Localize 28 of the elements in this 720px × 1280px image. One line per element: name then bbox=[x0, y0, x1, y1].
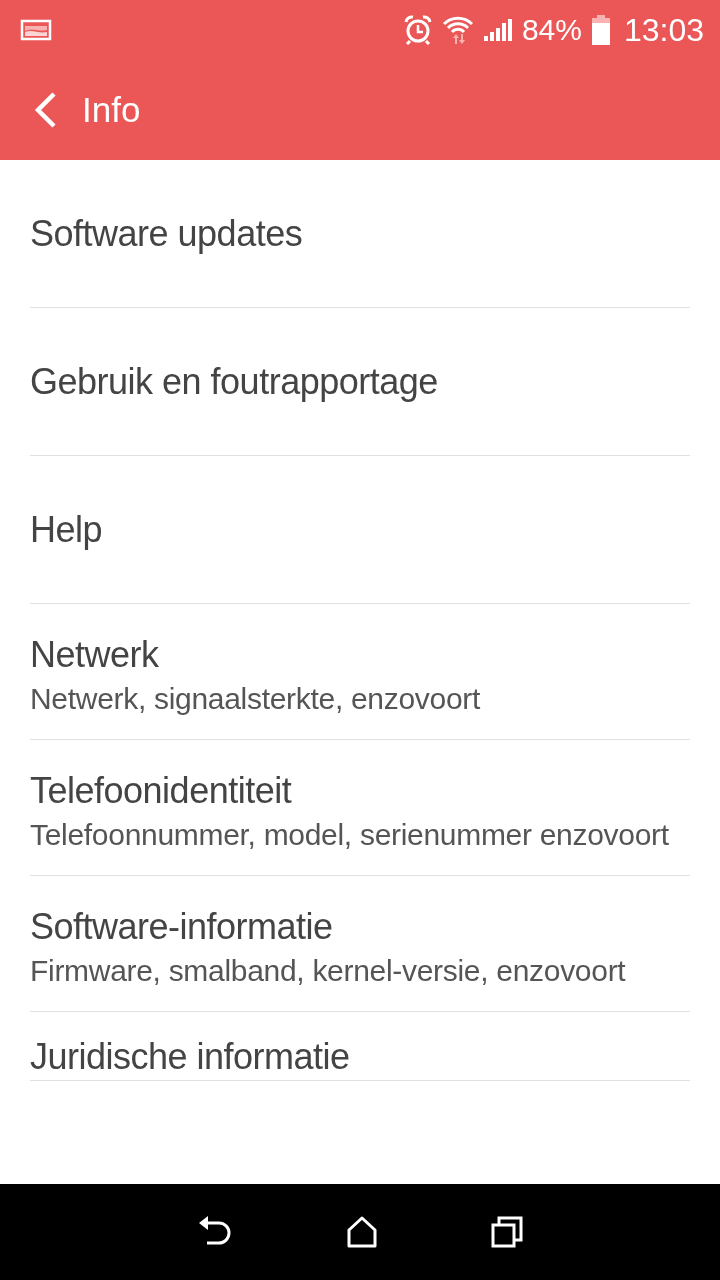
item-subtitle: Telefoonnummer, model, serienummer enzovoort bbox=[30, 817, 670, 853]
item-subtitle: Firmware, smalband, kernel-versie, enzovoort bbox=[30, 953, 627, 989]
image-icon bbox=[20, 18, 52, 42]
recent-apps-icon[interactable] bbox=[491, 1216, 523, 1248]
item-title: Software-informatie bbox=[30, 905, 334, 949]
item-title: Help bbox=[30, 507, 104, 552]
item-title: Gebruik en foutrapportage bbox=[30, 359, 439, 404]
wifi-icon bbox=[441, 14, 474, 46]
page-title: Info bbox=[82, 90, 141, 130]
battery-icon bbox=[591, 15, 610, 45]
item-title: Netwerk bbox=[30, 633, 160, 677]
settings-item[interactable]: Netwerk Netwerk, signaalsterkte, enzovoort bbox=[30, 604, 690, 740]
chevron-left-icon bbox=[32, 91, 58, 129]
settings-item[interactable]: Telefoonidentiteit Telefoonnummer, model, serienummer enzovoort bbox=[30, 740, 690, 876]
settings-item[interactable]: Software-informatie Firmware, smalband, kernel-versie, enzovoort bbox=[30, 876, 690, 1012]
signal-icon bbox=[483, 18, 512, 42]
home-icon[interactable] bbox=[347, 1216, 377, 1248]
alarm-clock-icon bbox=[403, 15, 432, 45]
settings-item[interactable]: Help bbox=[30, 456, 690, 604]
item-subtitle: Netwerk, signaalsterkte, enzovoort bbox=[30, 681, 481, 717]
settings-item[interactable]: Software updates bbox=[30, 160, 690, 308]
item-title: Juridische informatie bbox=[30, 1035, 351, 1079]
battery-percentage: 84% bbox=[521, 15, 582, 45]
item-title: Telefoonidentiteit bbox=[30, 769, 293, 813]
item-title: Software updates bbox=[30, 211, 304, 256]
settings-item[interactable]: Juridische informatie bbox=[30, 1012, 690, 1081]
clock: 13:03 bbox=[623, 14, 704, 46]
settings-item[interactable]: Gebruik en foutrapportage bbox=[30, 308, 690, 456]
